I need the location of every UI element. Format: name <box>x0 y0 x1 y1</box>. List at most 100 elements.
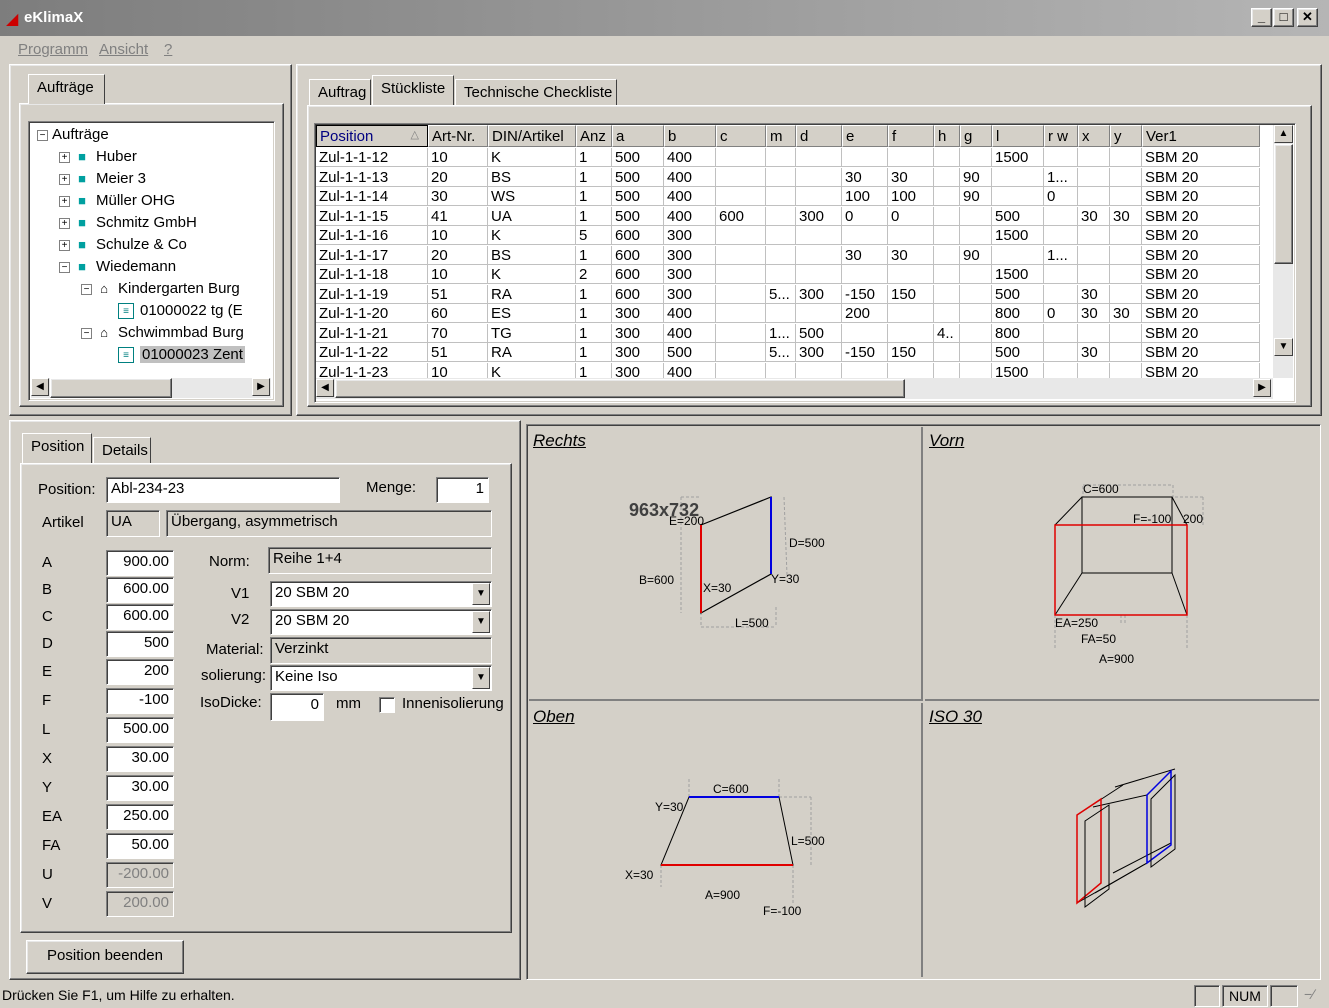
table-cell[interactable] <box>796 265 842 284</box>
table-cell[interactable] <box>1110 148 1142 167</box>
table-cell[interactable]: ES <box>488 304 576 323</box>
table-cell[interactable]: 4.. <box>934 323 960 343</box>
table-cell[interactable] <box>1110 187 1142 206</box>
table-cell[interactable]: 400 <box>664 206 716 226</box>
table-cell[interactable]: 500 <box>992 343 1044 362</box>
minimize-button[interactable]: _ <box>1251 8 1272 27</box>
table-cell[interactable]: 1500 <box>992 265 1044 284</box>
param-input-y[interactable]: 30.00 <box>106 775 174 801</box>
v1-dropdown-button[interactable]: ▼ <box>472 583 490 605</box>
column-header[interactable]: m <box>766 125 796 147</box>
table-cell[interactable]: 800 <box>992 323 1044 343</box>
table-cell[interactable]: SBM 20 <box>1142 323 1260 343</box>
table-cell[interactable] <box>716 304 766 323</box>
table-cell[interactable]: 500 <box>664 343 716 362</box>
param-input-e[interactable]: 200 <box>106 659 174 685</box>
table-cell[interactable] <box>992 187 1044 206</box>
expand-icon[interactable]: + <box>59 151 70 163</box>
menu-programm[interactable]: Programm <box>18 41 88 58</box>
table-cell[interactable] <box>766 206 796 226</box>
table-cell[interactable]: 400 <box>664 167 716 187</box>
column-header[interactable]: y <box>1110 125 1142 147</box>
table-cell[interactable]: 300 <box>664 245 716 265</box>
v2-select[interactable]: 20 SBM 20 ▼ <box>270 609 492 635</box>
table-cell[interactable] <box>766 245 796 265</box>
param-input-x[interactable]: 30.00 <box>106 746 174 772</box>
table-cell[interactable]: 400 <box>664 187 716 206</box>
table-cell[interactable] <box>934 265 960 284</box>
tree-item[interactable]: − Aufträge <box>29 124 274 146</box>
table-cell[interactable] <box>1044 323 1078 343</box>
table-cell[interactable]: 400 <box>664 148 716 167</box>
table-cell[interactable] <box>1110 323 1142 343</box>
table-cell[interactable] <box>842 323 888 343</box>
parts-grid[interactable]: Position △ Art-Nr. DIN/Artikel Anz a b c m d e f h g l… <box>314 123 1296 403</box>
table-cell[interactable]: 41 <box>428 206 488 226</box>
table-cell[interactable] <box>1078 226 1110 245</box>
v2-dropdown-button[interactable]: ▼ <box>472 611 490 633</box>
table-cell[interactable] <box>888 265 934 284</box>
table-cell[interactable]: 200 <box>842 304 888 323</box>
column-header[interactable]: h <box>934 125 960 147</box>
tree-item[interactable]: + ■ Huber <box>29 146 274 168</box>
table-cell[interactable] <box>1110 284 1142 304</box>
table-cell[interactable] <box>766 226 796 245</box>
collapse-icon[interactable]: − <box>37 129 48 141</box>
scroll-down-button[interactable]: ▼ <box>1274 338 1293 356</box>
table-cell[interactable]: 1 <box>576 167 612 187</box>
table-cell[interactable] <box>934 206 960 226</box>
table-cell[interactable] <box>1078 323 1110 343</box>
table-cell[interactable] <box>1044 265 1078 284</box>
column-header[interactable]: l <box>992 125 1044 147</box>
table-cell[interactable]: 400 <box>664 323 716 343</box>
tab-details[interactable]: Details <box>93 437 151 463</box>
table-cell[interactable]: RA <box>488 343 576 362</box>
collapse-icon[interactable]: − <box>81 327 92 339</box>
scroll-up-button[interactable]: ▲ <box>1274 125 1293 143</box>
table-cell[interactable] <box>842 226 888 245</box>
view-rechts[interactable]: Rechts 963x732 E=200 D=500 B=600 X=30 Y=… <box>529 427 923 701</box>
table-cell[interactable] <box>960 265 992 284</box>
table-cell[interactable]: SBM 20 <box>1142 284 1260 304</box>
table-cell[interactable]: 500 <box>612 167 664 187</box>
close-button[interactable]: ✕ <box>1297 8 1318 27</box>
table-cell[interactable]: 500 <box>796 323 842 343</box>
table-cell[interactable]: Zul-1-1-19 <box>316 284 428 304</box>
table-cell[interactable]: 400 <box>664 304 716 323</box>
table-cell[interactable]: 70 <box>428 323 488 343</box>
isolierung-dropdown-button[interactable]: ▼ <box>472 667 490 689</box>
param-input-fa[interactable]: 50.00 <box>106 833 174 859</box>
table-cell[interactable] <box>1078 187 1110 206</box>
table-cell[interactable]: 2 <box>576 265 612 284</box>
table-cell[interactable]: 0 <box>842 206 888 226</box>
table-cell[interactable]: Zul-1-1-13 <box>316 167 428 187</box>
hscroll-right-button[interactable]: ▶ <box>1253 379 1271 397</box>
table-cell[interactable] <box>1078 265 1110 284</box>
table-cell[interactable]: 30 <box>1078 284 1110 304</box>
table-cell[interactable]: 300 <box>796 206 842 226</box>
table-cell[interactable]: 500 <box>992 284 1044 304</box>
table-cell[interactable]: 1 <box>576 245 612 265</box>
table-cell[interactable] <box>960 206 992 226</box>
grid-hscrollbar[interactable]: ◀ ▶ <box>316 378 1273 399</box>
table-cell[interactable] <box>1078 245 1110 265</box>
param-input-c[interactable]: 600.00 <box>106 604 174 630</box>
table-cell[interactable]: K <box>488 265 576 284</box>
table-cell[interactable]: 600 <box>716 206 766 226</box>
view-vorn[interactable]: Vorn C=600 F=-100 200 EA=250 FA=50 A=900 <box>925 427 1319 701</box>
table-cell[interactable]: UA <box>488 206 576 226</box>
table-cell[interactable] <box>716 245 766 265</box>
table-cell[interactable]: 1500 <box>992 148 1044 167</box>
vscroll-thumb[interactable] <box>1274 144 1293 264</box>
table-cell[interactable]: 30 <box>428 187 488 206</box>
collapse-icon[interactable]: − <box>81 283 92 295</box>
table-cell[interactable] <box>960 148 992 167</box>
table-cell[interactable] <box>796 304 842 323</box>
table-cell[interactable] <box>1110 167 1142 187</box>
table-cell[interactable] <box>934 187 960 206</box>
expand-icon[interactable]: + <box>59 217 70 229</box>
table-cell[interactable] <box>888 323 934 343</box>
expand-icon[interactable]: + <box>59 195 70 207</box>
table-cell[interactable] <box>842 265 888 284</box>
table-cell[interactable] <box>934 226 960 245</box>
